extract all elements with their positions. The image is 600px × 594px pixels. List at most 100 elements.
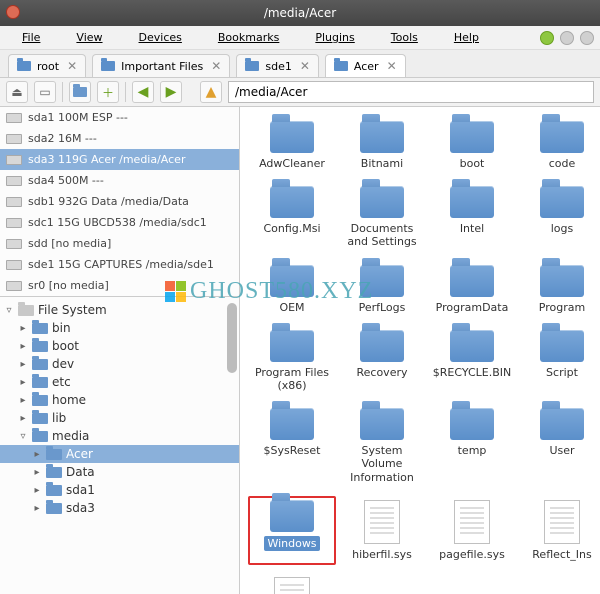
tree-item-etc[interactable]: ▸etc bbox=[0, 373, 239, 391]
device-item[interactable]: sda1 100M ESP --- bbox=[0, 107, 239, 128]
tree-item-sda1[interactable]: ▸sda1 bbox=[0, 481, 239, 499]
disk-icon bbox=[6, 134, 22, 144]
disk-icon bbox=[6, 260, 22, 270]
expander-icon[interactable]: ▸ bbox=[18, 341, 28, 352]
tree-label: lib bbox=[52, 411, 66, 425]
tab-sde1[interactable]: sde1✕ bbox=[236, 54, 319, 77]
file-item-recovery[interactable]: Recovery bbox=[338, 326, 426, 396]
nav-up-button[interactable]: ▲ bbox=[200, 81, 222, 103]
file-item-code[interactable]: code bbox=[518, 117, 600, 174]
device-item[interactable]: sda3 119G Acer /media/Acer bbox=[0, 149, 239, 170]
tree-item-bin[interactable]: ▸bin bbox=[0, 319, 239, 337]
expander-icon[interactable]: ▸ bbox=[18, 395, 28, 406]
file-item-reflect-ins[interactable]: Reflect_Ins bbox=[518, 496, 600, 565]
file-item-windows[interactable]: Windows bbox=[248, 496, 336, 565]
expander-icon[interactable]: ▸ bbox=[32, 485, 42, 496]
window-close-button[interactable] bbox=[6, 5, 20, 19]
path-input[interactable]: /media/Acer bbox=[228, 81, 594, 103]
toolbar-add-button[interactable]: ＋ bbox=[97, 81, 119, 103]
device-item[interactable]: sdd [no media] bbox=[0, 233, 239, 254]
folder-icon bbox=[334, 61, 348, 71]
file-item-config-msi[interactable]: Config.Msi bbox=[248, 182, 336, 252]
left-pane: sda1 100M ESP ---sda2 16M ---sda3 119G A… bbox=[0, 107, 240, 594]
tab-important-files[interactable]: Important Files✕ bbox=[92, 54, 230, 77]
menu-plugins[interactable]: Plugins bbox=[299, 28, 370, 47]
expander-icon[interactable]: ▸ bbox=[18, 377, 28, 388]
nav-back-button[interactable]: ◀ bbox=[132, 81, 154, 103]
expander-icon[interactable]: ▸ bbox=[18, 413, 28, 424]
expander-icon[interactable]: ▸ bbox=[32, 449, 42, 460]
toolbar-drive-button[interactable]: ▭ bbox=[34, 81, 56, 103]
folder-icon bbox=[32, 341, 48, 352]
file-item-oem[interactable]: OEM bbox=[248, 261, 336, 318]
file-item-bitnami[interactable]: Bitnami bbox=[338, 117, 426, 174]
menu-view[interactable]: View bbox=[60, 28, 118, 47]
file-item-system-volume-information[interactable]: System Volume Information bbox=[338, 404, 426, 488]
menu-file[interactable]: File bbox=[6, 28, 56, 47]
toolbar-eject-button[interactable]: ⏏ bbox=[6, 81, 28, 103]
device-item[interactable]: sdb1 932G Data /media/Data bbox=[0, 191, 239, 212]
tab-label: Acer bbox=[354, 60, 379, 73]
tree-item-acer[interactable]: ▸ Acer bbox=[0, 445, 239, 463]
file-item-partial[interactable] bbox=[248, 573, 336, 594]
device-item[interactable]: sde1 15G CAPTURES /media/sde1 bbox=[0, 254, 239, 275]
close-icon[interactable]: ✕ bbox=[300, 59, 310, 73]
tree-item-boot[interactable]: ▸boot bbox=[0, 337, 239, 355]
file-item-script[interactable]: Script bbox=[518, 326, 600, 396]
device-item[interactable]: sr0 [no media] bbox=[0, 275, 239, 296]
menu-help[interactable]: Help bbox=[438, 28, 495, 47]
file-item-intel[interactable]: Intel bbox=[428, 182, 516, 252]
tree-item-home[interactable]: ▸home bbox=[0, 391, 239, 409]
file-item-program[interactable]: Program bbox=[518, 261, 600, 318]
close-icon[interactable]: ✕ bbox=[387, 59, 397, 73]
tab-acer[interactable]: Acer ✕ bbox=[325, 54, 406, 77]
folder-icon bbox=[32, 413, 48, 424]
folder-icon bbox=[46, 449, 62, 460]
file-item-perflogs[interactable]: PerfLogs bbox=[338, 261, 426, 318]
file-item--recycle-bin[interactable]: $RECYCLE.BIN bbox=[428, 326, 516, 396]
file-item-pagefile-sys[interactable]: pagefile.sys bbox=[428, 496, 516, 565]
device-item[interactable]: sdc1 15G UBCD538 /media/sdc1 bbox=[0, 212, 239, 233]
file-item-user[interactable]: User bbox=[518, 404, 600, 488]
device-item[interactable]: sda2 16M --- bbox=[0, 128, 239, 149]
close-icon[interactable]: ✕ bbox=[67, 59, 77, 73]
file-item-programdata[interactable]: ProgramData bbox=[428, 261, 516, 318]
tree-item-lib[interactable]: ▸ lib bbox=[0, 409, 239, 427]
menu-bookmarks[interactable]: Bookmarks bbox=[202, 28, 295, 47]
tree-item-media[interactable]: ▿media bbox=[0, 427, 239, 445]
file-item-boot[interactable]: boot bbox=[428, 117, 516, 174]
file-item-hiberfil-sys[interactable]: hiberfil.sys bbox=[338, 496, 426, 565]
tree-item-file-system[interactable]: ▿File System bbox=[0, 301, 239, 319]
disk-icon bbox=[6, 113, 22, 123]
file-item-documents-and-settings[interactable]: Documents and Settings bbox=[338, 182, 426, 252]
file-item--sysreset[interactable]: $SysReset bbox=[248, 404, 336, 488]
file-item-logs[interactable]: logs bbox=[518, 182, 600, 252]
tree-item-sda3[interactable]: ▸sda3 bbox=[0, 499, 239, 517]
device-item[interactable]: sda4 500M --- bbox=[0, 170, 239, 191]
file-item-adwcleaner[interactable]: AdwCleaner bbox=[248, 117, 336, 174]
menu-tools[interactable]: Tools bbox=[375, 28, 434, 47]
tree-item-dev[interactable]: ▸dev bbox=[0, 355, 239, 373]
expander-icon[interactable]: ▸ bbox=[32, 503, 42, 514]
expander-icon[interactable]: ▸ bbox=[18, 323, 28, 334]
expander-icon[interactable]: ▸ bbox=[18, 359, 28, 370]
titlebar[interactable]: /media/Acer bbox=[0, 0, 600, 26]
toolbar-open-folder-button[interactable] bbox=[69, 81, 91, 103]
tree-item-data[interactable]: ▸Data bbox=[0, 463, 239, 481]
file-item-temp[interactable]: temp bbox=[428, 404, 516, 488]
expander-icon[interactable]: ▸ bbox=[32, 467, 42, 478]
file-label: pagefile.sys bbox=[439, 548, 505, 561]
expander-icon[interactable]: ▿ bbox=[18, 431, 28, 442]
disk-icon bbox=[6, 218, 22, 228]
tree-label: Acer bbox=[66, 447, 93, 461]
expander-icon[interactable]: ▿ bbox=[4, 305, 14, 316]
tree-scrollbar[interactable] bbox=[227, 303, 237, 373]
close-icon[interactable]: ✕ bbox=[211, 59, 221, 73]
folder-icon bbox=[245, 61, 259, 71]
file-label: temp bbox=[458, 444, 487, 457]
tab-root[interactable]: root✕ bbox=[8, 54, 86, 77]
file-item-program-files-x86-[interactable]: Program Files (x86) bbox=[248, 326, 336, 396]
menu-devices[interactable]: Devices bbox=[123, 28, 198, 47]
window-title: /media/Acer bbox=[264, 6, 336, 20]
nav-forward-button[interactable]: ▶ bbox=[160, 81, 182, 103]
